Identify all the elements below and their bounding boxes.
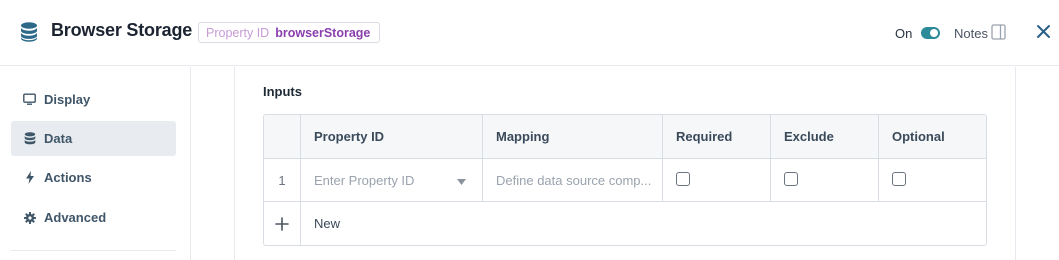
required-cell <box>662 159 770 201</box>
sidebar: Display Data Actions Advanced <box>0 67 191 260</box>
page-title: Browser Storage <box>51 20 193 40</box>
column-header-optional: Optional <box>878 115 986 158</box>
gear-icon <box>23 211 36 224</box>
sidebar-item-label: Advanced <box>44 210 107 225</box>
lightning-icon <box>23 171 36 184</box>
sidebar-item-data[interactable]: Data <box>11 121 176 156</box>
required-checkbox[interactable] <box>676 171 690 186</box>
sidebar-divider <box>11 250 176 251</box>
mapping-placeholder: Define data source comp... <box>496 172 652 188</box>
inputs-table: Property ID Mapping Required Exclude Opt… <box>263 114 987 246</box>
optional-checkbox[interactable] <box>892 171 906 186</box>
notes-label[interactable]: Notes <box>954 26 988 41</box>
property-id-placeholder: Enter Property ID <box>314 172 415 188</box>
chevron-down-icon <box>457 179 466 185</box>
property-id-badge: Property ID browserStorage <box>198 22 381 43</box>
column-header-exclude: Exclude <box>770 115 878 158</box>
sidebar-item-advanced[interactable]: Advanced <box>11 200 176 235</box>
monitor-icon <box>23 93 36 106</box>
close-icon[interactable] <box>1035 23 1052 40</box>
add-row-button[interactable] <box>264 202 300 245</box>
column-header-property-id: Property ID <box>300 115 482 158</box>
toggle-knob <box>930 29 938 37</box>
toggle-label: On <box>895 26 913 41</box>
header: Browser Storage Property ID browserStora… <box>0 0 1059 66</box>
sidebar-item-label: Data <box>44 131 73 146</box>
on-toggle[interactable] <box>921 27 940 39</box>
exclude-checkbox[interactable] <box>784 171 798 186</box>
property-id-select[interactable]: Enter Property ID <box>300 159 482 201</box>
new-row: New <box>264 202 986 245</box>
notes-panel-icon[interactable] <box>991 24 1006 40</box>
sidebar-item-label: Actions <box>44 170 92 185</box>
property-id-value: browserStorage <box>275 25 371 40</box>
sidebar-item-display[interactable]: Display <box>11 82 176 117</box>
mapping-input[interactable]: Define data source comp... <box>482 159 662 201</box>
column-header-mapping: Mapping <box>482 115 662 158</box>
database-icon <box>21 22 37 42</box>
row-index: 1 <box>278 172 286 188</box>
table-row: 1 Enter Property ID Define data source c… <box>264 159 986 202</box>
column-header-required: Required <box>662 115 770 158</box>
table-header-row: Property ID Mapping Required Exclude Opt… <box>264 115 986 159</box>
exclude-cell <box>770 159 878 201</box>
inputs-section-title: Inputs <box>263 84 302 99</box>
database-icon <box>23 132 36 145</box>
new-row-button[interactable]: New <box>300 202 986 245</box>
index-header <box>264 115 300 158</box>
optional-cell <box>878 159 986 201</box>
property-id-key: Property ID <box>206 25 270 40</box>
sidebar-item-label: Display <box>44 92 91 107</box>
sidebar-item-actions[interactable]: Actions <box>11 160 176 195</box>
plus-icon <box>275 216 289 231</box>
